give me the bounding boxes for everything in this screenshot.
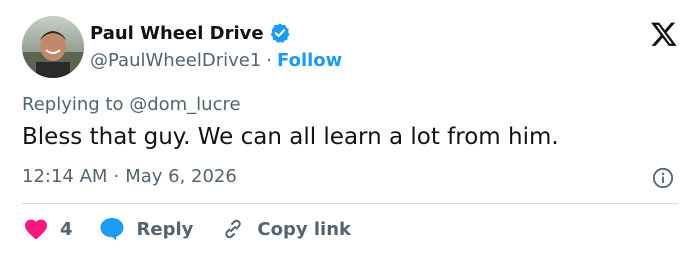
x-logo-icon[interactable] xyxy=(650,20,678,48)
replying-to: Replying to @dom_lucre xyxy=(22,94,241,115)
copy-link-button[interactable]: Copy link xyxy=(221,217,351,241)
follow-button[interactable]: Follow xyxy=(277,50,342,71)
like-button[interactable]: 4 xyxy=(24,218,73,240)
tweet-date[interactable]: May 6, 2026 xyxy=(125,166,237,187)
author-name[interactable]: Paul Wheel Drive xyxy=(90,23,264,44)
speech-bubble-icon xyxy=(99,217,125,241)
tweet-time[interactable]: 12:14 AM xyxy=(22,166,107,187)
date-separator: · xyxy=(113,166,120,187)
heart-icon xyxy=(24,218,48,240)
copy-link-label: Copy link xyxy=(257,218,351,240)
link-icon xyxy=(221,217,245,241)
like-count: 4 xyxy=(60,218,73,240)
author-handle[interactable]: @PaulWheelDrive1 xyxy=(90,50,261,71)
tweet-text: Bless that guy. We can all learn a lot f… xyxy=(22,124,559,150)
info-icon[interactable] xyxy=(652,167,674,189)
reply-label: Reply xyxy=(136,218,194,240)
avatar[interactable] xyxy=(22,16,84,78)
handle-separator: · xyxy=(266,50,273,71)
divider xyxy=(22,203,678,204)
reply-button[interactable]: Reply xyxy=(99,217,194,241)
verified-badge-icon xyxy=(269,22,291,44)
